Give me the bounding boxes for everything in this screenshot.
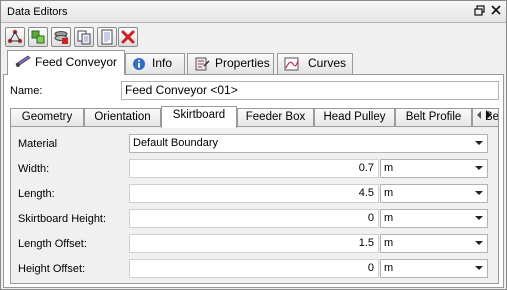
tab-skirtboard[interactable]: Skirtboard: [161, 106, 237, 128]
editor-content: Name: Feed Conveyor <01> Geometry Orient…: [3, 74, 504, 288]
skirtboard-height-unit-select[interactable]: m: [380, 209, 488, 228]
close-icon[interactable]: [489, 5, 503, 19]
tab-label: Info: [152, 56, 173, 70]
chevron-down-icon: [475, 266, 483, 270]
tab-feed-conveyor[interactable]: Feed Conveyor: [7, 50, 125, 75]
width-label: Width:: [18, 163, 50, 175]
scroll-left-icon[interactable]: [477, 111, 481, 119]
skirtboard-height-field[interactable]: 0: [129, 209, 379, 228]
name-field[interactable]: Feed Conveyor <01>: [121, 81, 499, 100]
height-offset-label: Height Offset:: [18, 263, 86, 275]
duplicate-button[interactable]: [28, 27, 48, 47]
tab-label: Feed Conveyor: [35, 55, 118, 69]
height-offset-unit-select[interactable]: m: [380, 259, 488, 278]
network-icon: [7, 29, 23, 44]
chevron-down-icon: [475, 141, 483, 145]
unit-value: m: [384, 212, 394, 224]
properties-icon: [195, 57, 210, 71]
name-label: Name:: [10, 85, 43, 97]
tab-properties[interactable]: Properties: [187, 53, 274, 74]
length-offset-field[interactable]: 1.5: [129, 234, 379, 253]
chevron-down-icon: [475, 166, 483, 170]
tab-geometry[interactable]: Geometry: [10, 108, 84, 127]
conveyor-icon: [15, 55, 31, 67]
material-value: Default Boundary: [133, 137, 218, 149]
toolbar: [1, 24, 506, 50]
unit-value: m: [384, 237, 394, 249]
tab-label: Curves: [308, 56, 347, 70]
tab-label: Properties: [215, 56, 270, 70]
copy-icon: [77, 30, 91, 45]
document-icon: [101, 29, 113, 45]
unit-value: m: [384, 262, 394, 274]
length-offset-unit-select[interactable]: m: [380, 234, 488, 253]
delete-x-icon: [121, 30, 135, 44]
curves-icon: [284, 57, 299, 71]
tab-belt-profile[interactable]: Belt Profile: [395, 108, 472, 127]
chevron-down-icon: [475, 216, 483, 220]
title-bar: Data Editors: [1, 1, 506, 23]
boxes-icon: [31, 30, 45, 44]
layers-icon: [54, 31, 68, 44]
length-label: Length:: [18, 188, 55, 200]
unit-value: m: [384, 162, 394, 174]
tab-curves[interactable]: Curves: [277, 53, 353, 74]
length-unit-select[interactable]: m: [380, 184, 488, 203]
new-item-button[interactable]: [5, 27, 25, 47]
unit-value: m: [384, 187, 394, 199]
data-editors-panel: Data Editors Feed Conveyor Info Properti…: [0, 0, 507, 290]
section-tabs: Geometry Orientation Skirtboard Feeder B…: [10, 106, 499, 128]
chevron-down-icon: [475, 241, 483, 245]
tab-scroll-arrows: [474, 108, 494, 122]
length-offset-label: Length Offset:: [18, 238, 87, 250]
tab-feeder-box[interactable]: Feeder Box: [237, 108, 314, 127]
tab-head-pulley[interactable]: Head Pulley: [314, 108, 395, 127]
width-unit-select[interactable]: m: [380, 159, 488, 178]
length-field[interactable]: 4.5: [129, 184, 379, 203]
window-title: Data Editors: [7, 6, 68, 18]
layers-button[interactable]: [51, 27, 71, 47]
paste-button[interactable]: [97, 27, 117, 47]
material-select[interactable]: Default Boundary: [129, 134, 488, 153]
height-offset-field[interactable]: 0: [129, 259, 379, 278]
scroll-right-icon[interactable]: [486, 110, 491, 120]
tab-orientation[interactable]: Orientation: [84, 108, 161, 127]
tab-info[interactable]: Info: [125, 53, 185, 74]
width-field[interactable]: 0.7: [129, 159, 379, 178]
editor-tabs: Feed Conveyor Info Properties Curves: [1, 50, 506, 75]
delete-button[interactable]: [118, 27, 138, 47]
skirtboard-panel: Material Default Boundary Width: 0.7 m L…: [10, 126, 499, 284]
info-icon: [133, 58, 145, 70]
chevron-down-icon: [475, 191, 483, 195]
material-label: Material: [18, 138, 58, 150]
copy-button[interactable]: [74, 27, 94, 47]
restore-icon[interactable]: [473, 5, 487, 19]
skirtboard-height-label: Skirtboard Height:: [18, 213, 107, 225]
